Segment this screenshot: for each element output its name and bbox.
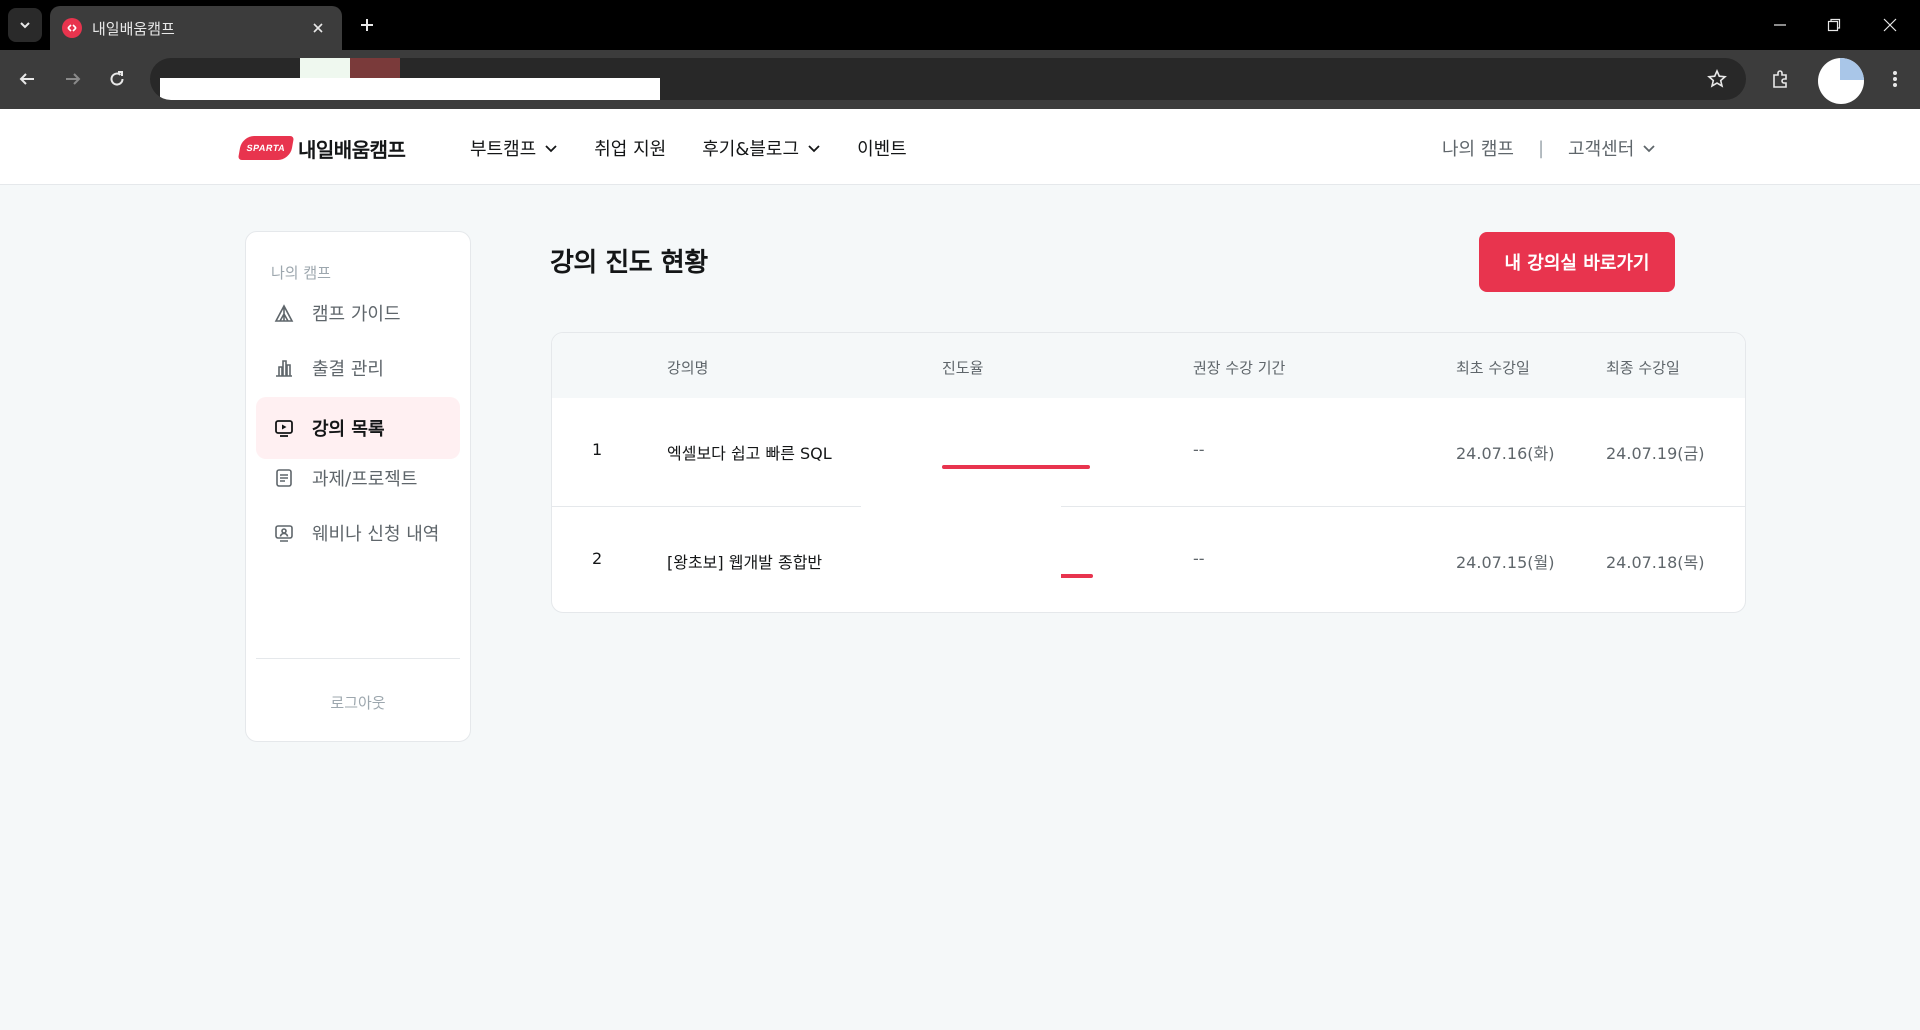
progress-bar-fill [942, 465, 1090, 469]
column-header-progress: 진도율 [942, 359, 984, 377]
logo-text: 내일배움캠프 [298, 137, 406, 162]
course-name: [왕초보] 웹개발 종합반 [667, 553, 823, 572]
site-favicon-icon [62, 18, 82, 38]
redacted-region [300, 58, 350, 78]
nav-label: 부트캠프 [470, 139, 537, 160]
arrow-left-icon [19, 73, 34, 85]
recommended-period: -- [1193, 440, 1205, 459]
reload-icon [110, 71, 124, 86]
chevron-down-icon [808, 145, 820, 153]
new-tab-button[interactable] [352, 10, 382, 40]
sidebar-item-label: 웨비나 신청 내역 [312, 524, 440, 545]
column-header-name: 강의명 [667, 359, 709, 377]
forward-button[interactable] [56, 62, 90, 96]
bar-chart-icon [272, 356, 296, 380]
sidebar-item-label: 캠프 가이드 [312, 304, 401, 325]
my-camp-link[interactable]: 나의 캠프 [1442, 135, 1514, 161]
last-study-date: 24.07.19(금) [1606, 444, 1705, 463]
column-header-first-date: 최초 수강일 [1456, 359, 1530, 377]
sidebar-heading: 나의 캠프 [271, 264, 331, 282]
row-index: 2 [592, 549, 603, 568]
sidebar-item-label: 과제/프로젝트 [312, 469, 418, 490]
first-study-date: 24.07.15(월) [1456, 553, 1555, 572]
header-divider: | [1537, 137, 1545, 159]
last-study-date: 24.07.18(목) [1606, 553, 1705, 572]
extensions-button[interactable] [1764, 62, 1798, 96]
minimize-button[interactable] [1750, 0, 1810, 50]
nav-item-reviews[interactable]: 후기&블로그 [702, 135, 821, 161]
site-header: SPARTA 내일배움캠프 부트캠프 취업 지원 후기&블로그 이벤트 나의 캠… [0, 109, 1920, 185]
sidebar-item-webinar[interactable]: 웨비나 신청 내역 [256, 502, 460, 564]
nav-label: 이벤트 [857, 139, 907, 160]
restore-icon [1827, 18, 1841, 32]
back-button[interactable] [10, 62, 44, 96]
chevron-down-icon [1643, 145, 1655, 153]
minimize-icon [1774, 24, 1786, 26]
first-study-date: 24.07.16(화) [1456, 444, 1555, 463]
table-header: 강의명 진도율 권장 수강 기간 최초 수강일 최종 수강일 [552, 333, 1745, 398]
column-header-last-date: 최종 수강일 [1606, 359, 1680, 377]
support-dropdown[interactable]: 고객센터 [1568, 135, 1634, 161]
star-icon [1707, 69, 1727, 88]
document-icon [272, 466, 296, 490]
sidebar-item-label: 출결 관리 [312, 359, 384, 380]
redacted-region [160, 78, 660, 100]
restore-button[interactable] [1804, 0, 1864, 50]
redacted-region [861, 473, 1061, 612]
logout-link[interactable]: 로그아웃 [246, 692, 470, 713]
course-progress-table: 강의명 진도율 권장 수강 기간 최초 수강일 최종 수강일 1 엑셀보다 쉽고… [551, 332, 1746, 613]
tab-close-icon[interactable] [306, 16, 330, 40]
bookmark-button[interactable] [1700, 62, 1734, 96]
close-window-button[interactable] [1860, 0, 1920, 50]
profile-avatar[interactable] [1818, 58, 1864, 104]
table-row[interactable]: 2 [왕초보] 웹개발 종합반 -- 24.07.15(월) 24.07.18(… [552, 506, 1745, 612]
page-title: 강의 진도 현황 [550, 248, 708, 278]
sidebar-item-camp-guide[interactable]: 캠프 가이드 [256, 282, 460, 344]
chevron-down-icon [20, 22, 30, 29]
puzzle-icon [1773, 70, 1787, 88]
nav-label: 취업 지원 [594, 139, 667, 160]
nav-item-career[interactable]: 취업 지원 [594, 135, 666, 161]
site-logo[interactable]: SPARTA 내일배움캠프 [237, 133, 406, 163]
webinar-icon [272, 521, 296, 545]
logo-badge: SPARTA [237, 136, 295, 160]
browser-toolbar [0, 50, 1920, 109]
arrow-right-icon [66, 73, 81, 85]
table-row[interactable]: 1 엑셀보다 쉽고 빠른 SQL -- 24.07.16(화) 24.07.19… [552, 398, 1745, 506]
reload-button[interactable] [100, 62, 134, 96]
sidebar-item-attendance[interactable]: 출결 관리 [256, 337, 460, 399]
tab-search-button[interactable] [8, 8, 42, 42]
sidebar-divider [256, 658, 460, 659]
main-nav: 부트캠프 취업 지원 후기&블로그 이벤트 [470, 131, 943, 165]
sidebar-item-assignments[interactable]: 과제/프로젝트 [256, 447, 460, 509]
nav-item-bootcamp[interactable]: 부트캠프 [470, 135, 558, 161]
course-name: 엑셀보다 쉽고 빠른 SQL [667, 444, 832, 463]
browser-tab[interactable]: 내일배움캠프 [50, 6, 342, 50]
column-header-period: 권장 수강 기간 [1193, 359, 1286, 377]
header-utility: 나의 캠프 | 고객센터 [1442, 131, 1656, 165]
browser-tab-bar: 내일배움캠프 [0, 0, 1920, 50]
tent-icon [272, 301, 296, 325]
recommended-period: -- [1193, 549, 1205, 568]
address-bar[interactable] [150, 58, 1746, 100]
nav-item-event[interactable]: 이벤트 [857, 135, 907, 161]
tab-title: 내일배움캠프 [92, 19, 175, 38]
go-to-classroom-button[interactable]: 내 강의실 바로가기 [1479, 232, 1675, 292]
close-icon [1883, 18, 1897, 32]
progress-bar [942, 465, 1090, 469]
nav-label: 후기&블로그 [702, 139, 800, 160]
video-play-icon [272, 416, 296, 440]
plus-icon [361, 19, 373, 31]
kebab-menu-icon [1893, 71, 1897, 87]
chevron-down-icon [545, 145, 557, 153]
row-index: 1 [592, 440, 603, 459]
redacted-region [350, 58, 400, 78]
browser-menu-button[interactable] [1878, 62, 1912, 96]
sidebar-item-label: 강의 목록 [312, 419, 385, 440]
my-camp-sidebar: 나의 캠프 캠프 가이드 출결 관리 강의 목록 과제/프로젝트 웨비나 신청 … [245, 231, 471, 742]
